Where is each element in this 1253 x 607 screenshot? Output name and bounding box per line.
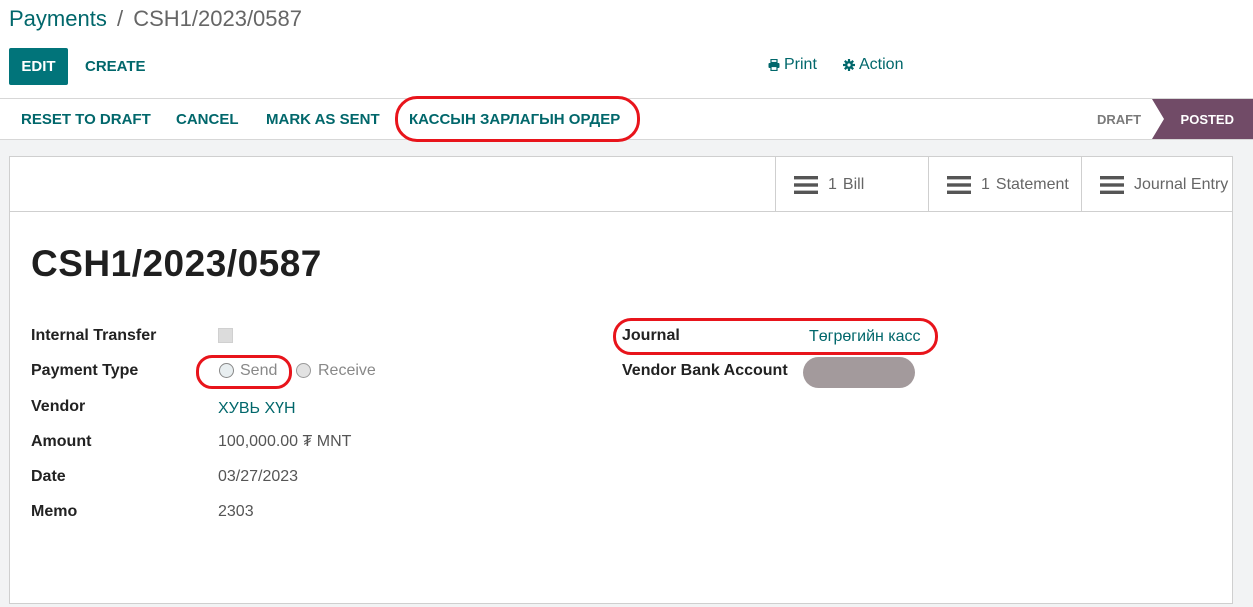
payment-type-send-label[interactable]: Send xyxy=(240,362,277,380)
create-button[interactable]: CREATE xyxy=(76,48,155,85)
mark-as-sent-button[interactable]: MARK AS SENT xyxy=(266,99,380,139)
payment-type-label: Payment Type xyxy=(31,362,139,379)
control-panel: Payments / CSH1/2023/0587 EDIT CREATE Pr… xyxy=(0,0,1253,98)
breadcrumb-separator: / xyxy=(116,6,124,31)
vendor-bank-account-redacted-value[interactable] xyxy=(803,357,915,388)
stage-posted[interactable]: POSTED xyxy=(1152,99,1253,139)
action-label: Action xyxy=(859,56,904,73)
statement-label: Statement xyxy=(995,175,1069,193)
cash-expense-order-button[interactable]: КАССЫН ЗАРЛАГЫН ОРДЕР xyxy=(409,99,620,139)
memo-label: Memo xyxy=(31,503,78,520)
form-sheet: 1 Bill 1 Statement Journal Entry CSH1/20… xyxy=(9,156,1233,604)
journal-entry-label: Journal Entry xyxy=(1134,175,1229,193)
list-icon xyxy=(794,175,818,194)
action-button[interactable]: Action xyxy=(843,56,903,74)
breadcrumb-payments-link[interactable]: Payments xyxy=(9,6,107,31)
statement-smart-button[interactable]: 1 Statement xyxy=(928,157,1081,212)
gear-icon xyxy=(843,59,855,71)
internal-transfer-label: Internal Transfer xyxy=(31,327,157,344)
vendor-bank-account-label: Vendor Bank Account xyxy=(622,362,788,379)
journal-value[interactable]: Төгрөгийн касс xyxy=(809,328,921,346)
internal-transfer-checkbox[interactable] xyxy=(218,328,233,343)
memo-value: 2303 xyxy=(218,503,254,520)
cancel-button[interactable]: CANCEL xyxy=(176,99,239,139)
payment-type-send-radio[interactable] xyxy=(219,363,234,378)
vendor-label: Vendor xyxy=(31,398,86,415)
statement-count: 1 xyxy=(981,175,990,193)
breadcrumb: Payments / CSH1/2023/0587 xyxy=(9,6,302,32)
amount-label: Amount xyxy=(31,433,92,450)
breadcrumb-current: CSH1/2023/0587 xyxy=(133,6,302,31)
edit-button[interactable]: EDIT xyxy=(9,48,68,85)
amount-value: 100,000.00 ₮ MNT xyxy=(218,433,352,450)
journal-label: Journal xyxy=(622,327,680,344)
print-label: Print xyxy=(784,56,817,73)
stage-draft[interactable]: DRAFT xyxy=(1086,99,1152,139)
reset-to-draft-button[interactable]: RESET TO DRAFT xyxy=(21,99,151,139)
payment-type-receive-label[interactable]: Receive xyxy=(318,362,376,380)
vendor-value[interactable]: ХУВЬ ХҮН xyxy=(218,400,296,418)
record-title: CSH1/2023/0587 xyxy=(31,243,322,284)
date-value: 03/27/2023 xyxy=(218,468,299,485)
printer-icon xyxy=(768,59,780,71)
list-icon xyxy=(1100,175,1124,194)
bill-label: Bill xyxy=(842,175,865,193)
bill-smart-button[interactable]: 1 Bill xyxy=(775,157,928,212)
list-icon xyxy=(947,175,971,194)
print-button[interactable]: Print xyxy=(768,56,817,74)
smart-button-box: 1 Bill 1 Statement Journal Entry xyxy=(10,157,1232,212)
date-label: Date xyxy=(31,468,66,485)
bill-count: 1 xyxy=(828,175,837,193)
payment-type-receive-radio[interactable] xyxy=(296,363,311,378)
journal-entry-smart-button[interactable]: Journal Entry xyxy=(1081,157,1232,212)
status-bar: RESET TO DRAFT CANCEL MARK AS SENT КАССЫ… xyxy=(0,98,1253,140)
